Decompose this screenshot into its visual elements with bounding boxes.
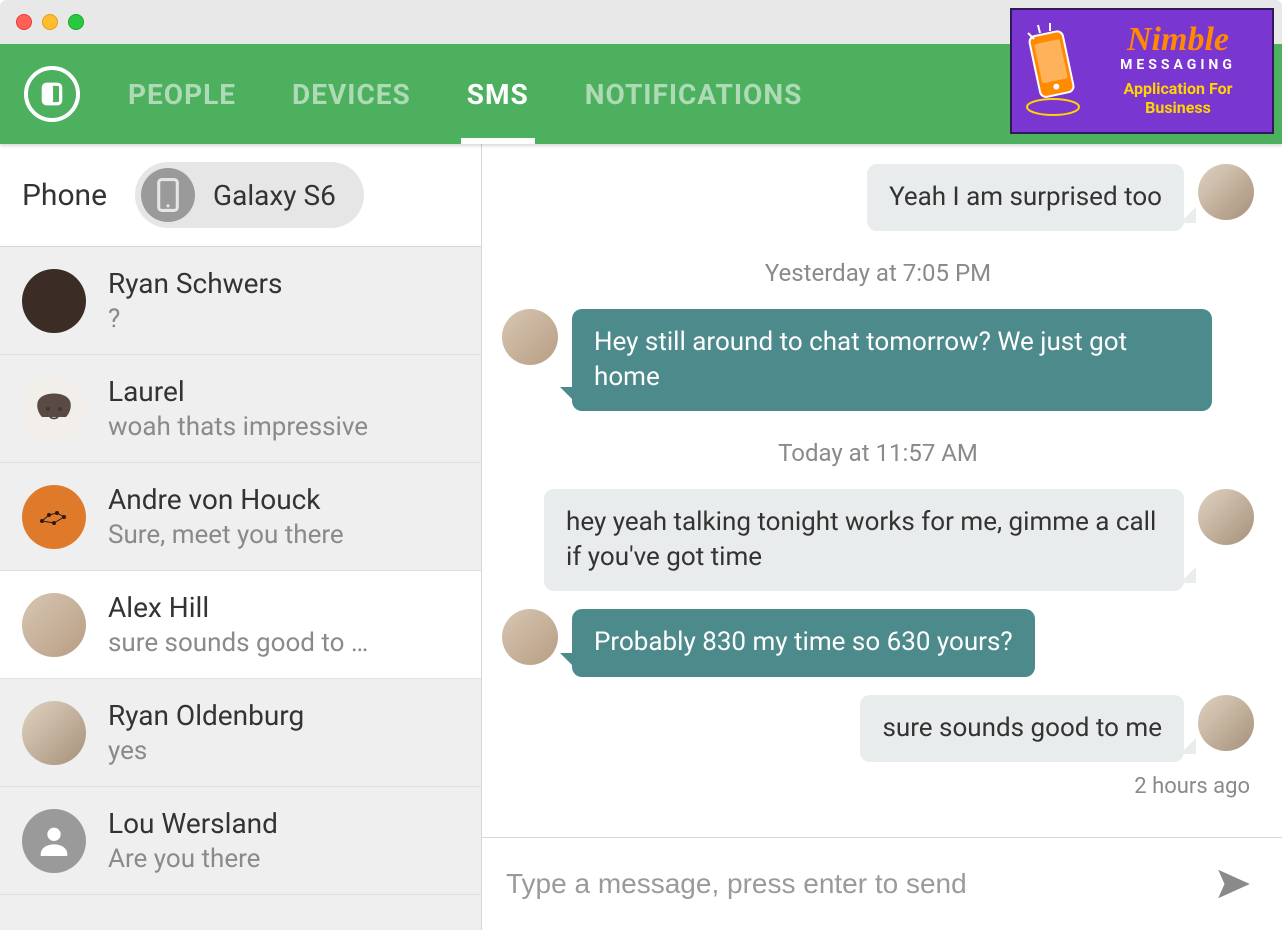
thread-item[interactable]: Laurel woah thats impressive bbox=[0, 355, 481, 463]
thread-preview: Sure, meet you there bbox=[108, 520, 459, 550]
avatar bbox=[22, 701, 86, 765]
chat-pane: Yeah I am surprised too Yesterday at 7:05… bbox=[482, 144, 1282, 930]
message-bubble: Yeah I am surprised too bbox=[867, 164, 1184, 231]
thread-list: Ryan Schwers? Laurel woah thats impressive… bbox=[0, 247, 481, 930]
incoming-message-row: Yeah I am surprised too bbox=[502, 164, 1254, 231]
content: Phone Galaxy S6 Ryan Schwers? Laurel woah … bbox=[0, 144, 1282, 930]
avatar bbox=[22, 485, 86, 549]
app-logo bbox=[24, 66, 80, 122]
messages-scroll[interactable]: Yeah I am surprised too Yesterday at 7:05… bbox=[482, 144, 1282, 837]
window-controls bbox=[16, 14, 84, 30]
thread-preview: sure sounds good to … bbox=[108, 628, 459, 658]
promo-sub1: MESSAGING bbox=[1120, 57, 1236, 73]
send-icon bbox=[1215, 865, 1253, 903]
thread-preview: ? bbox=[108, 304, 459, 334]
avatar bbox=[1198, 164, 1254, 220]
thread-name: Ryan Oldenburg bbox=[108, 699, 459, 732]
thread-name: Ryan Schwers bbox=[108, 267, 459, 300]
device-name: Galaxy S6 bbox=[213, 179, 336, 212]
message-bubble: hey yeah talking tonight works for me, g… bbox=[544, 489, 1184, 591]
thread-item[interactable]: Ryan Oldenburg yes bbox=[0, 679, 481, 787]
message-input[interactable] bbox=[506, 868, 1192, 900]
sidebar: Phone Galaxy S6 Ryan Schwers? Laurel woah … bbox=[0, 144, 482, 930]
avatar bbox=[502, 309, 558, 365]
thread-preview: Are you there bbox=[108, 844, 459, 874]
last-message-meta: 2 hours ago bbox=[502, 774, 1254, 799]
nav-tab-devices[interactable]: DEVICES bbox=[292, 44, 411, 144]
thread-name: Lou Wersland bbox=[108, 807, 459, 840]
avatar bbox=[502, 609, 558, 665]
outgoing-message-row: Probably 830 my time so 630 yours? bbox=[502, 609, 1254, 676]
thread-item[interactable]: Andre von Houck Sure, meet you there bbox=[0, 463, 481, 571]
avatar bbox=[22, 269, 86, 333]
promo-badge: Nimble MESSAGING Application For Busines… bbox=[1010, 8, 1274, 134]
thread-name: Alex Hill bbox=[108, 591, 459, 624]
message-bubble: Probably 830 my time so 630 yours? bbox=[572, 609, 1035, 676]
thread-item[interactable]: Ryan Schwers? bbox=[0, 247, 481, 355]
incoming-message-row: sure sounds good to me bbox=[502, 695, 1254, 762]
promo-phone-icon bbox=[1020, 21, 1086, 121]
promo-sub2: Application For Business bbox=[1092, 79, 1264, 117]
app-window: PEOPLE DEVICES SMS NOTIFICATIONS Phone Gala… bbox=[0, 0, 1282, 930]
composer bbox=[482, 837, 1282, 930]
avatar bbox=[1198, 695, 1254, 751]
incoming-message-row: hey yeah talking tonight works for me, g… bbox=[502, 489, 1254, 591]
minimize-window-button[interactable] bbox=[42, 14, 58, 30]
avatar bbox=[22, 377, 86, 441]
close-window-button[interactable] bbox=[16, 14, 32, 30]
message-bubble: sure sounds good to me bbox=[860, 695, 1184, 762]
time-divider: Today at 11:57 AM bbox=[502, 439, 1254, 467]
promo-title: Nimble bbox=[1127, 25, 1229, 56]
time-divider: Yesterday at 7:05 PM bbox=[502, 259, 1254, 287]
thread-name: Laurel bbox=[108, 375, 459, 408]
phone-selector-label: Phone bbox=[22, 178, 107, 213]
device-selector[interactable]: Galaxy S6 bbox=[135, 162, 364, 228]
outgoing-message-row: Hey still around to chat tomorrow? We ju… bbox=[502, 309, 1254, 411]
thread-item[interactable]: Lou Wersland Are you there bbox=[0, 787, 481, 895]
thread-name: Andre von Houck bbox=[108, 483, 459, 516]
maximize-window-button[interactable] bbox=[68, 14, 84, 30]
nav-tab-sms[interactable]: SMS bbox=[467, 44, 529, 144]
thread-item[interactable]: Alex Hill sure sounds good to … bbox=[0, 571, 481, 679]
phone-selector-row: Phone Galaxy S6 bbox=[0, 144, 481, 247]
thread-preview: woah thats impressive bbox=[108, 412, 459, 442]
message-bubble: Hey still around to chat tomorrow? We ju… bbox=[572, 309, 1212, 411]
thread-preview: yes bbox=[108, 736, 459, 766]
avatar bbox=[22, 809, 86, 873]
phone-icon bbox=[141, 168, 195, 222]
avatar bbox=[1198, 489, 1254, 545]
nav-tab-notifications[interactable]: NOTIFICATIONS bbox=[585, 44, 803, 144]
send-button[interactable] bbox=[1210, 860, 1258, 908]
avatar bbox=[22, 593, 86, 657]
nav-tab-people[interactable]: PEOPLE bbox=[128, 44, 236, 144]
